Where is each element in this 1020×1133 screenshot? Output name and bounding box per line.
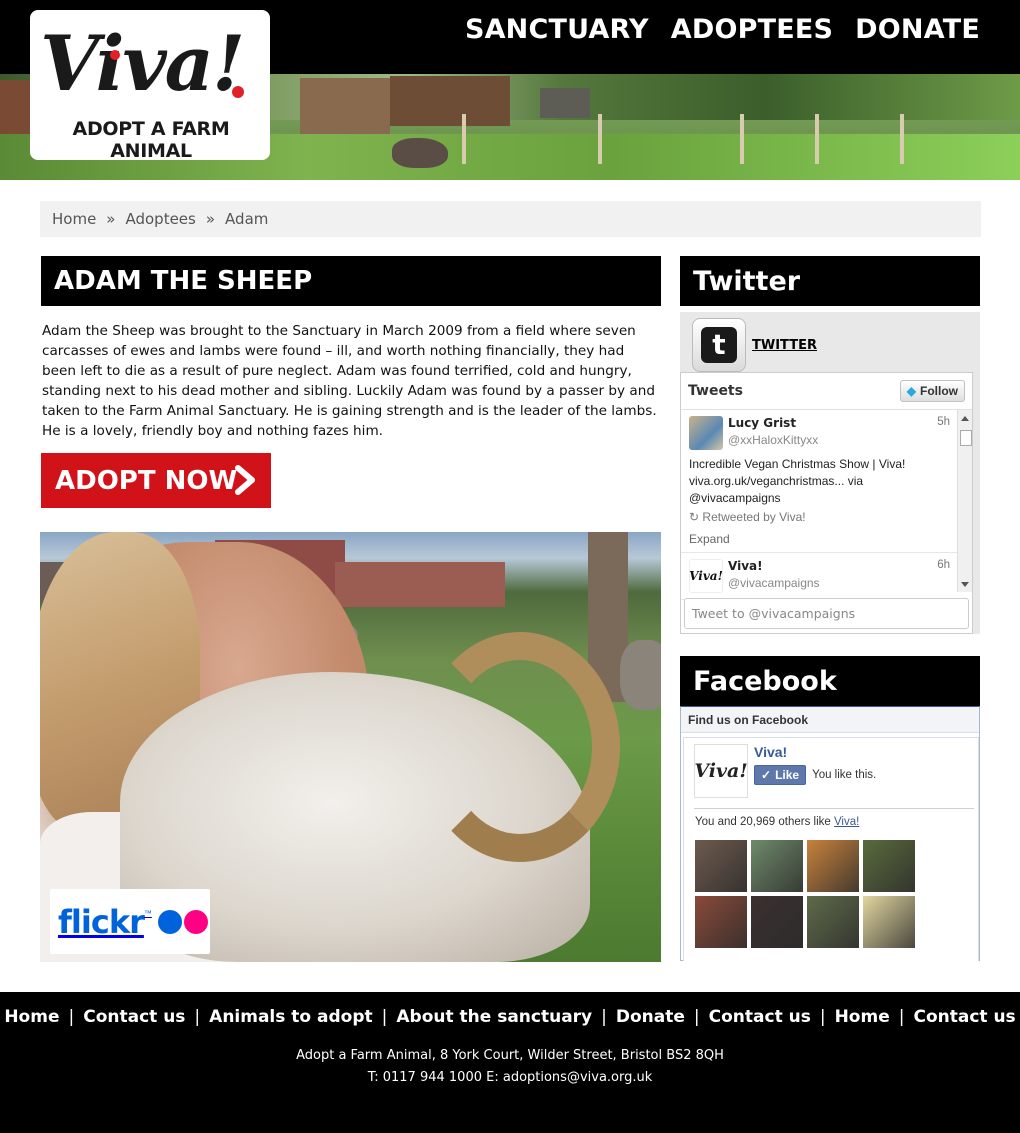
facebook-like-count: You and 20,969 others like Viva!	[695, 816, 860, 828]
facebook-page-logo[interactable]: Viva!	[694, 744, 748, 798]
timeline-header: Tweets ◆ Follow	[681, 373, 972, 410]
tweet-text: Incredible Vegan Christmas Show | Viva! …	[689, 457, 906, 505]
scroll-up-arrow-icon[interactable]	[961, 416, 969, 421]
tweet-timestamp[interactable]: 5h	[937, 416, 950, 450]
facebook-fans-grid	[695, 840, 915, 948]
tweet[interactable]: Viva! Viva! @vivacampaigns 6h	[681, 553, 958, 600]
nav-adoptees[interactable]: ADOPTEES	[671, 12, 833, 48]
tweet-timestamp[interactable]: 6h	[937, 559, 950, 593]
facebook-page-link[interactable]: Viva!	[834, 816, 859, 828]
footer-link-animals[interactable]: Animals to adopt	[209, 1007, 372, 1027]
fan-avatar[interactable]	[695, 896, 747, 948]
breadcrumb-adoptees[interactable]: Adoptees	[125, 210, 195, 228]
fan-avatar[interactable]	[807, 896, 859, 948]
logo-wordmark: Viva!	[40, 19, 245, 108]
breadcrumb-separator: »	[106, 210, 116, 228]
scrollbar-thumb[interactable]	[960, 430, 972, 446]
nav-donate[interactable]: DONATE	[855, 12, 980, 48]
logo-tagline: ADOPT A FARM ANIMAL	[72, 118, 230, 162]
footer-separator: |	[898, 1007, 905, 1027]
footer-link-about[interactable]: About the sanctuary	[396, 1007, 592, 1027]
fan-avatar[interactable]	[751, 840, 803, 892]
facebook-like-button[interactable]: ✓ Like	[754, 765, 807, 785]
avatar[interactable]	[689, 416, 723, 450]
animal-story: Adam the Sheep was brought to the Sanctu…	[42, 323, 657, 439]
twitter-heading: Twitter	[680, 256, 980, 306]
footer-separator: |	[381, 1007, 388, 1027]
checkmark-icon: ✓	[761, 768, 772, 782]
nav-sanctuary[interactable]: SANCTUARY	[465, 12, 649, 48]
retweet-label: Retweeted by Viva!	[702, 510, 806, 524]
chevron-right-icon	[235, 465, 255, 495]
retweet-info: ↻ Retweeted by Viva!	[689, 510, 950, 524]
breadcrumb: Home » Adoptees » Adam	[40, 201, 981, 237]
footer-separator: |	[601, 1007, 607, 1027]
breadcrumb-separator: »	[205, 210, 216, 228]
fan-avatar[interactable]	[863, 840, 915, 892]
tweet-author-name[interactable]: Lucy Grist	[728, 416, 937, 430]
twitter-logo-icon[interactable]: t	[692, 318, 746, 372]
tweet-author-handle[interactable]: @vivacampaigns	[728, 576, 937, 590]
facebook-widget: Find us on Facebook Viva! Viva! ✓ Like Y…	[680, 706, 988, 961]
footer-link-donate[interactable]: Donate	[616, 1007, 685, 1027]
like-label: Like	[775, 768, 800, 782]
retweet-icon: ↻	[689, 510, 700, 524]
site-logo[interactable]: Viva! ADOPT A FARM ANIMAL	[30, 10, 270, 162]
footer-separator: |	[693, 1007, 700, 1027]
scroll-down-arrow-icon[interactable]	[961, 582, 969, 587]
footer-separator: |	[194, 1007, 201, 1027]
main-nav: SANCTUARY ADOPTEES DONATE	[465, 12, 980, 48]
facebook-heading: Facebook	[680, 656, 980, 706]
avatar[interactable]: Viva!	[689, 559, 723, 593]
timeline-title: Tweets	[688, 383, 743, 399]
facebook-widget-title[interactable]: Find us on Facebook	[681, 707, 979, 733]
like-status: You like this.	[812, 769, 877, 781]
adopt-now-button[interactable]: ADOPT NOW	[41, 453, 271, 508]
fan-avatar[interactable]	[807, 840, 859, 892]
footer-link-contact[interactable]: Contact us	[709, 1007, 811, 1027]
footer-separator: |	[68, 1007, 75, 1027]
footer-contact: T: 0117 944 1000 E: adoptions@viva.org.u…	[367, 1070, 653, 1085]
follow-button[interactable]: ◆ Follow	[899, 380, 965, 402]
twitter-widget: t TWITTER Tweets ◆ Follow Lucy Grist @xx…	[680, 312, 980, 634]
flickr-badge[interactable]: flickr ™	[50, 889, 210, 954]
page-title: ADAM THE SHEEP	[41, 256, 661, 306]
logo-dot	[232, 86, 244, 98]
footer-link-contact[interactable]: Contact us	[913, 1007, 1015, 1027]
twitter-timeline: Tweets ◆ Follow Lucy Grist @xxHaloxKitty…	[680, 372, 973, 634]
footer: Home | Contact us | Animals to adopt | A…	[0, 992, 1020, 1133]
follow-label: Follow	[920, 384, 958, 398]
flickr-trademark: ™	[143, 909, 152, 918]
tweet-compose-input[interactable]: Tweet to @vivacampaigns	[684, 598, 969, 629]
breadcrumb-current: Adam	[225, 210, 269, 228]
fan-avatar[interactable]	[751, 896, 803, 948]
adopt-now-label: ADOPT NOW	[55, 465, 238, 496]
tweet[interactable]: Lucy Grist @xxHaloxKittyxx 5h Incredible…	[681, 410, 958, 553]
footer-link-home[interactable]: Home	[835, 1007, 890, 1027]
twitter-profile-link[interactable]: TWITTER	[752, 338, 817, 353]
breadcrumb-home[interactable]: Home	[52, 210, 96, 228]
flickr-wordmark: flickr	[58, 902, 145, 941]
flickr-pink-dot-icon	[183, 909, 208, 934]
logo-dot	[110, 50, 120, 60]
facebook-page-name[interactable]: Viva!	[754, 744, 876, 760]
footer-link-contact[interactable]: Contact us	[83, 1007, 185, 1027]
timeline-scrollbar[interactable]	[957, 410, 972, 592]
footer-separator: |	[819, 1007, 826, 1027]
flickr-blue-dot-icon	[157, 909, 182, 934]
tweet-author-handle[interactable]: @xxHaloxKittyxx	[728, 433, 937, 447]
footer-address: Adopt a Farm Animal, 8 York Court, Wilde…	[296, 1048, 724, 1063]
tweet-author-name[interactable]: Viva!	[728, 559, 937, 573]
footer-nav: Home | Contact us | Animals to adopt | A…	[0, 1007, 1020, 1027]
divider	[694, 808, 974, 809]
fan-avatar[interactable]	[695, 840, 747, 892]
tweet-expand-link[interactable]: Expand	[689, 532, 950, 546]
twitter-profile: t TWITTER	[692, 318, 817, 372]
fan-avatar[interactable]	[863, 896, 915, 948]
twitter-bird-icon: ◆	[906, 384, 916, 398]
footer-link-home[interactable]: Home	[4, 1007, 59, 1027]
